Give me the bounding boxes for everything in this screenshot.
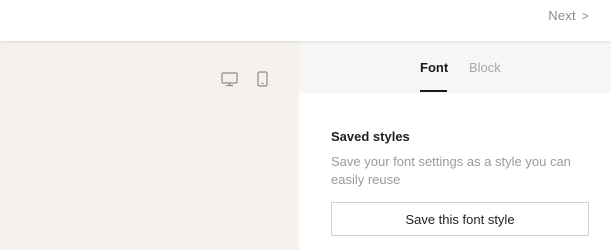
desktop-view-toggle[interactable] bbox=[219, 69, 239, 89]
preview-canvas bbox=[0, 41, 299, 250]
next-button[interactable]: Next > bbox=[548, 8, 589, 23]
tab-font[interactable]: Font bbox=[420, 60, 448, 75]
mobile-icon bbox=[256, 71, 268, 87]
saved-styles-heading: Saved styles bbox=[331, 129, 410, 144]
style-panel: Font Block Saved styles Save your font s… bbox=[299, 41, 611, 250]
next-button-label: Next bbox=[548, 8, 576, 23]
top-bar: Next > bbox=[0, 0, 611, 41]
desktop-icon bbox=[220, 71, 238, 86]
mobile-view-toggle[interactable] bbox=[252, 69, 272, 89]
save-font-style-button[interactable]: Save this font style bbox=[331, 202, 589, 236]
panel-tabs: Font Block bbox=[299, 41, 611, 93]
active-tab-indicator bbox=[420, 90, 447, 92]
tab-block[interactable]: Block bbox=[469, 60, 501, 75]
chevron-right-icon: > bbox=[581, 9, 589, 23]
saved-styles-description: Save your font settings as a style you c… bbox=[331, 154, 571, 187]
